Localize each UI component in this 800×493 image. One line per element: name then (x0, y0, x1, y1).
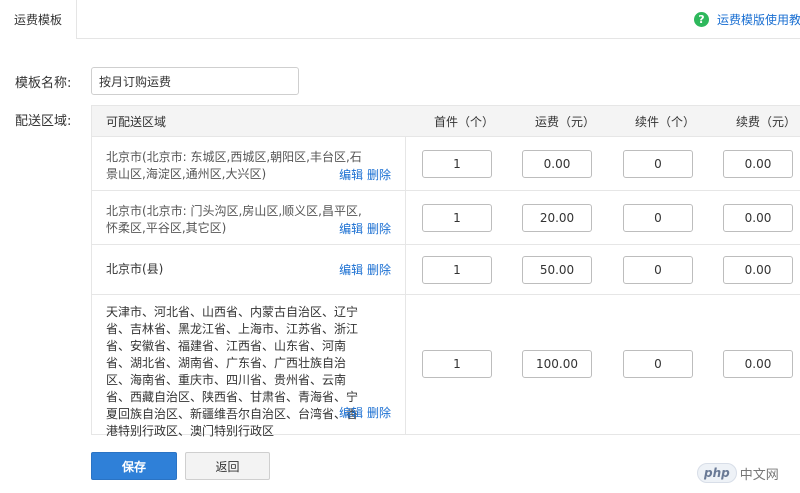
region-text: 北京市(北京市: 门头沟区,房山区,顺义区,昌平区,怀柔区,平谷区,其它区) (106, 204, 362, 235)
next-fee-input[interactable] (723, 150, 793, 178)
help-link-group[interactable]: ? 运费模版使用教程 (694, 10, 800, 28)
next-item-input[interactable] (623, 150, 693, 178)
delivery-area-label: 配送区域: (15, 114, 72, 129)
first-fee-input[interactable] (522, 204, 592, 232)
watermark: php 中文网 (697, 462, 779, 484)
region-ops: 编辑 删除 (339, 166, 391, 183)
next-item-input[interactable] (623, 204, 693, 232)
next-item-input[interactable] (623, 256, 693, 284)
table-row: 北京市(北京市: 东城区,西城区,朝阳区,丰台区,石景山区,海淀区,通州区,大兴… (92, 137, 800, 191)
delete-link[interactable]: 删除 (367, 406, 391, 420)
help-link[interactable]: 运费模版使用教程 (717, 11, 800, 28)
region-ops: 编辑 删除 (339, 404, 391, 421)
table-row: 北京市(北京市: 门头沟区,房山区,顺义区,昌平区,怀柔区,平谷区,其它区) 编… (92, 191, 800, 245)
next-fee-input[interactable] (723, 204, 793, 232)
delete-link[interactable]: 删除 (367, 222, 391, 236)
shipping-table: 可配送区域 首件（个） 运费（元） 续件（个） 续费（元） 北京市(北京市: 东… (91, 105, 800, 438)
next-fee-input[interactable] (723, 350, 793, 378)
region-cell: 天津市、河北省、山西省、内蒙古自治区、辽宁省、吉林省、黑龙江省、上海市、江苏省、… (92, 295, 406, 438)
template-name-input[interactable] (91, 67, 299, 95)
first-fee-input[interactable] (522, 350, 592, 378)
save-button[interactable]: 保存 (91, 452, 177, 480)
edit-link[interactable]: 编辑 (339, 263, 363, 277)
region-text: 天津市、河北省、山西省、内蒙古自治区、辽宁省、吉林省、黑龙江省、上海市、江苏省、… (106, 305, 359, 438)
first-item-input[interactable] (422, 150, 492, 178)
template-name-label: 模板名称: (15, 76, 72, 91)
watermark-logo: php (697, 463, 737, 483)
tab-bar: 运费模板 ? 运费模版使用教程 (0, 0, 800, 39)
header-first-item: 首件（个） (434, 115, 495, 129)
edit-link[interactable]: 编辑 (339, 222, 363, 236)
table-row: 北京市(县) 编辑 删除 (92, 245, 800, 295)
first-item-input[interactable] (422, 256, 492, 284)
edit-link[interactable]: 编辑 (339, 406, 363, 420)
first-item-input[interactable] (422, 204, 492, 232)
region-cell: 北京市(县) 编辑 删除 (92, 245, 406, 294)
header-region: 可配送区域 (106, 115, 167, 129)
region-cell: 北京市(北京市: 门头沟区,房山区,顺义区,昌平区,怀柔区,平谷区,其它区) 编… (92, 191, 406, 244)
region-text: 北京市(县) (106, 262, 164, 276)
edit-link[interactable]: 编辑 (339, 168, 363, 182)
region-ops: 编辑 删除 (339, 220, 391, 237)
first-fee-input[interactable] (522, 150, 592, 178)
next-fee-input[interactable] (723, 256, 793, 284)
table-header: 可配送区域 首件（个） 运费（元） 续件（个） 续费（元） (92, 106, 800, 137)
question-icon: ? (694, 11, 709, 27)
delete-link[interactable]: 删除 (367, 263, 391, 277)
first-fee-input[interactable] (522, 256, 592, 284)
tab-shipping-template[interactable]: 运费模板 (0, 0, 77, 39)
back-button[interactable]: 返回 (185, 452, 270, 480)
header-next-fee: 续费（元） (736, 115, 797, 129)
next-item-input[interactable] (623, 350, 693, 378)
header-first-fee: 运费（元） (535, 115, 596, 129)
header-next-item: 续件（个） (635, 115, 696, 129)
region-cell: 北京市(北京市: 东城区,西城区,朝阳区,丰台区,石景山区,海淀区,通州区,大兴… (92, 137, 406, 190)
tab-label: 运费模板 (13, 12, 62, 27)
watermark-text: 中文网 (739, 467, 779, 483)
region-text: 北京市(北京市: 东城区,西城区,朝阳区,丰台区,石景山区,海淀区,通州区,大兴… (106, 150, 362, 181)
first-item-input[interactable] (422, 350, 492, 378)
region-ops: 编辑 删除 (339, 261, 391, 278)
delete-link[interactable]: 删除 (367, 168, 391, 182)
table-row: 天津市、河北省、山西省、内蒙古自治区、辽宁省、吉林省、黑龙江省、上海市、江苏省、… (92, 295, 800, 438)
